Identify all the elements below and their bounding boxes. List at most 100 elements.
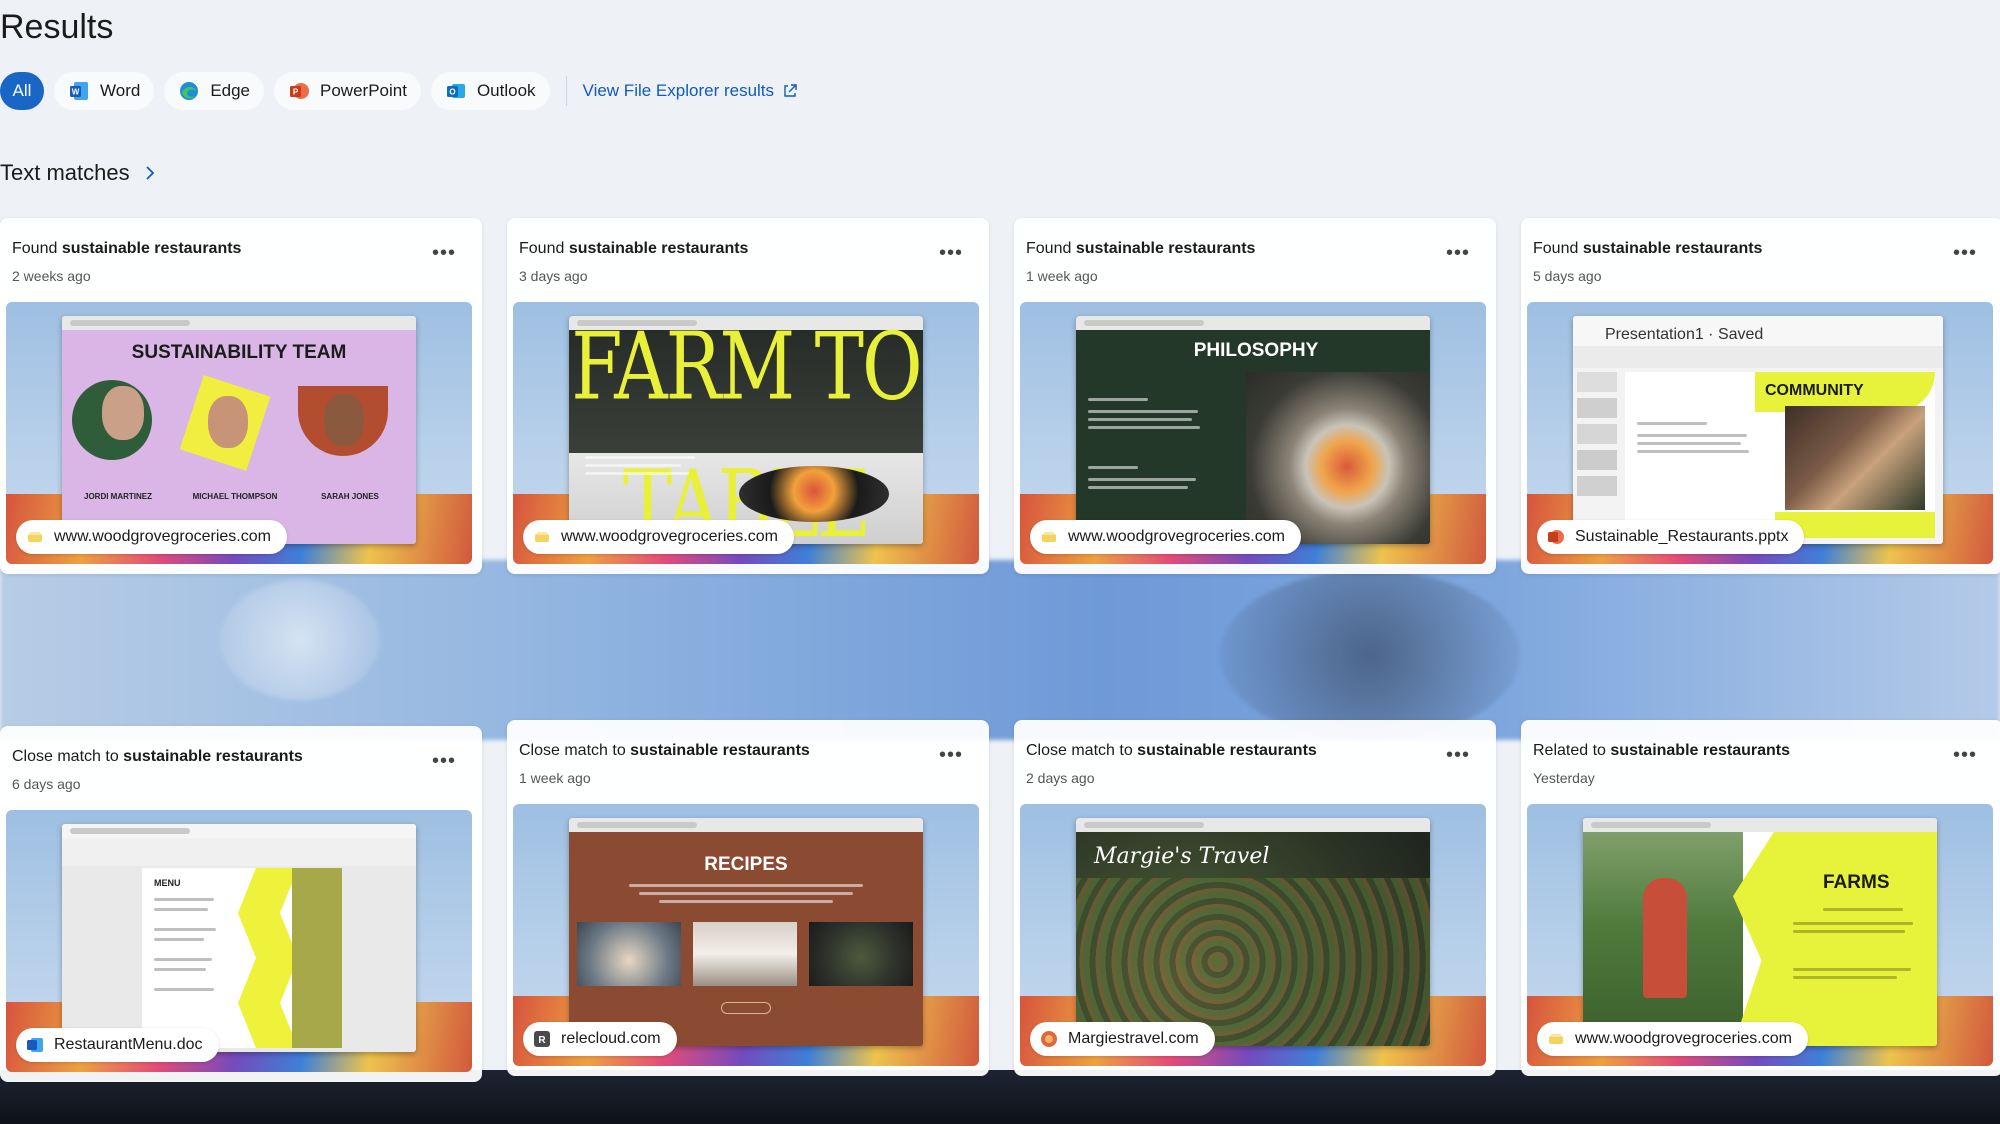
slide-text-line bbox=[585, 472, 689, 475]
filter-label: Word bbox=[100, 81, 141, 100]
card-timestamp: 1 week ago bbox=[1026, 268, 1098, 284]
slide-screen: Margie's Travel bbox=[1076, 818, 1430, 1046]
desktop-background bbox=[0, 560, 2000, 740]
source-pill[interactable]: www.woodgrovegroceries.com bbox=[523, 520, 794, 554]
edge-icon bbox=[180, 82, 199, 100]
doc-text-line bbox=[154, 898, 214, 901]
card-title: Found sustainable restaurants bbox=[1533, 240, 1943, 258]
filter-bar: All W Word Edge P PowerPoint O Outlook V… bbox=[0, 72, 798, 110]
source-pill[interactable]: RestaurantMenu.doc bbox=[16, 1028, 219, 1062]
powerpoint-icon: P bbox=[290, 83, 310, 99]
more-options-button[interactable]: ••• bbox=[1953, 744, 1977, 767]
source-pill[interactable]: www.woodgrovegroceries.com bbox=[1030, 520, 1301, 554]
snapshot-thumbnail[interactable]: Presentation1 · Saved COMMUNITY Sustaina… bbox=[1527, 302, 1993, 564]
filter-edge-button[interactable]: Edge bbox=[164, 72, 265, 110]
match-query: sustainable restaurants bbox=[1610, 742, 1791, 759]
slide-screen: MENU bbox=[62, 824, 416, 1052]
relecloud-icon: R bbox=[534, 1031, 550, 1047]
source-pill[interactable]: Margiestravel.com bbox=[1030, 1022, 1215, 1056]
snapshot-thumbnail[interactable]: FARM TO TABLE www.woodgrovegroceries.com bbox=[513, 302, 979, 564]
slide-text-line bbox=[659, 900, 833, 903]
result-card[interactable]: Found sustainable restaurants 5 days ago… bbox=[1521, 218, 2000, 574]
browser-favicon-icon bbox=[1042, 532, 1056, 542]
page-title: Results bbox=[0, 8, 114, 46]
source-pill[interactable]: www.woodgrovegroceries.com bbox=[1537, 1022, 1808, 1056]
snapshot-thumbnail[interactable]: Margie's Travel Margiestravel.com bbox=[1020, 804, 1486, 1066]
doc-text-line bbox=[154, 938, 204, 941]
source-label: www.woodgrovegroceries.com bbox=[54, 528, 271, 545]
snapshot-thumbnail[interactable]: PHILOSOPHY www.woodgrovegroceries.com bbox=[1020, 302, 1486, 564]
more-options-button[interactable]: ••• bbox=[939, 744, 963, 767]
card-header: Close match to sustainable restaurants 1… bbox=[519, 742, 929, 786]
card-header: Close match to sustainable restaurants 2… bbox=[1026, 742, 1436, 786]
browser-favicon-icon bbox=[535, 532, 549, 542]
match-prefix: Found bbox=[519, 240, 565, 257]
more-options-button[interactable]: ••• bbox=[1446, 242, 1470, 265]
card-header: Found sustainable restaurants 3 days ago bbox=[519, 240, 929, 284]
more-options-button[interactable]: ••• bbox=[939, 242, 963, 265]
margies-icon bbox=[1041, 1031, 1057, 1047]
filter-word-button[interactable]: W Word bbox=[54, 72, 155, 110]
card-header: Found sustainable restaurants 5 days ago bbox=[1533, 240, 1943, 284]
match-query: sustainable restaurants bbox=[123, 748, 303, 765]
person-name: JORDI MARTINEZ bbox=[84, 492, 152, 501]
yellow-shape bbox=[1733, 832, 1937, 1046]
card-title: Related to sustainable restaurants bbox=[1533, 742, 1943, 760]
text-matches-header[interactable]: Text matches bbox=[0, 160, 156, 186]
view-file-explorer-link[interactable]: View File Explorer results bbox=[583, 81, 798, 101]
more-options-button[interactable]: ••• bbox=[1446, 744, 1470, 767]
window-titlebar: Presentation1 · Saved bbox=[1573, 316, 1943, 346]
match-prefix: Found bbox=[1533, 240, 1579, 257]
snapshot-thumbnail[interactable]: MENU RestaurantMenu.doc bbox=[6, 810, 472, 1072]
person-name: SARAH JONES bbox=[321, 492, 379, 501]
doc-text-line bbox=[154, 908, 208, 911]
more-options-button[interactable]: ••• bbox=[432, 242, 456, 265]
slide-screen: SUSTAINABILITY TEAM JORDI MARTINEZ MICHA… bbox=[62, 316, 416, 544]
slide-title: RECIPES bbox=[704, 854, 788, 875]
doc-text-line bbox=[154, 968, 206, 971]
powerpoint-icon bbox=[1548, 530, 1564, 544]
result-card[interactable]: Found sustainable restaurants 3 days ago… bbox=[507, 218, 989, 574]
window-titlebar bbox=[62, 824, 416, 838]
slide-screen: FARMS bbox=[1583, 818, 1937, 1046]
person-photo bbox=[208, 396, 248, 448]
person-name: MICHAEL THOMPSON bbox=[192, 492, 278, 501]
filter-label: Outlook bbox=[476, 81, 536, 100]
slide-screen: RECIPES bbox=[569, 818, 923, 1046]
slide-text-line bbox=[1793, 976, 1897, 979]
snapshot-thumbnail[interactable]: SUSTAINABILITY TEAM JORDI MARTINEZ MICHA… bbox=[6, 302, 472, 564]
snapshot-thumbnail[interactable]: RECIPES R relecloud.com bbox=[513, 804, 979, 1066]
slide-text-line bbox=[1637, 422, 1707, 425]
card-header: Related to sustainable restaurants Yeste… bbox=[1533, 742, 1943, 786]
filter-outlook-button[interactable]: O Outlook bbox=[430, 72, 550, 110]
result-card[interactable]: Close match to sustainable restaurants 1… bbox=[507, 720, 989, 1076]
filter-all-button[interactable]: All bbox=[0, 72, 44, 110]
slide-text-line bbox=[1793, 922, 1913, 925]
window-titlebar bbox=[569, 818, 923, 832]
match-prefix: Close match to bbox=[12, 748, 119, 765]
result-card[interactable]: Related to sustainable restaurants Yeste… bbox=[1521, 720, 2000, 1076]
result-card[interactable]: Close match to sustainable restaurants 6… bbox=[0, 726, 482, 1082]
snapshot-thumbnail[interactable]: FARMS www.woodgrovegroceries.com bbox=[1527, 804, 1993, 1066]
svg-text:O: O bbox=[449, 88, 455, 97]
source-pill[interactable]: Sustainable_Restaurants.pptx bbox=[1537, 520, 1805, 554]
card-timestamp: 2 weeks ago bbox=[12, 268, 91, 284]
svg-text:R: R bbox=[538, 1035, 546, 1046]
filter-powerpoint-button[interactable]: P PowerPoint bbox=[274, 72, 421, 110]
source-label: www.woodgrovegroceries.com bbox=[1575, 1030, 1792, 1047]
match-query: sustainable restaurants bbox=[1137, 742, 1317, 759]
result-card[interactable]: Found sustainable restaurants 1 week ago… bbox=[1014, 218, 1496, 574]
source-pill[interactable]: R relecloud.com bbox=[523, 1022, 677, 1056]
result-card[interactable]: Found sustainable restaurants 2 weeks ag… bbox=[0, 218, 482, 574]
olive-block bbox=[292, 868, 342, 1048]
slide-button bbox=[721, 1002, 771, 1014]
slide-text-line bbox=[585, 464, 681, 467]
more-options-button[interactable]: ••• bbox=[1953, 242, 1977, 265]
source-pill[interactable]: www.woodgrovegroceries.com bbox=[16, 520, 287, 554]
card-timestamp: 6 days ago bbox=[12, 776, 81, 792]
match-prefix: Related to bbox=[1533, 742, 1606, 759]
card-title: Close match to sustainable restaurants bbox=[1026, 742, 1436, 760]
result-card[interactable]: Close match to sustainable restaurants 2… bbox=[1014, 720, 1496, 1076]
slide-text-line bbox=[639, 892, 853, 895]
more-options-button[interactable]: ••• bbox=[432, 750, 456, 773]
